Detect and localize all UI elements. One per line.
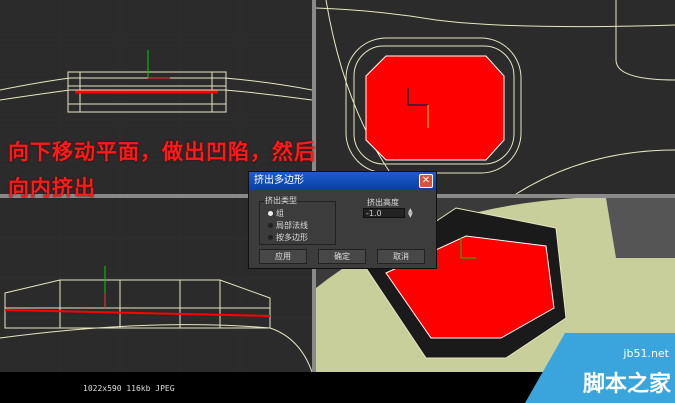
cancel-button[interactable]: 取消 [377, 249, 425, 264]
extrude-polygons-dialog: 挤出多边形 ✕ 挤出类型 组 局部法线 按多边形 挤出高度 -1.0 ▲ ▼ 应用 … [248, 171, 437, 269]
dialog-title: 挤出多边形 [254, 175, 304, 186]
annotation-line-1: 向下移动平面，做出凹陷，然后 [8, 140, 316, 164]
image-info: 1022x590 116kb JPEG [83, 384, 175, 393]
extrude-height-input[interactable]: -1.0 [363, 208, 405, 218]
radio-label: 按多边形 [276, 233, 308, 242]
extrude-type-group: 挤出类型 组 局部法线 按多边形 [259, 195, 336, 245]
close-icon[interactable]: ✕ [419, 174, 433, 188]
radio-group[interactable]: 组 [268, 208, 284, 219]
watermark: jb51.net 脚本之家 [525, 333, 675, 403]
radio-label: 组 [276, 209, 284, 218]
radio-local-normal[interactable]: 局部法线 [268, 220, 308, 231]
top-wireframe [316, 0, 675, 194]
extrude-type-label: 挤出类型 [264, 195, 298, 206]
radio-label: 局部法线 [276, 221, 308, 230]
watermark-domain: jb51.net [623, 347, 669, 360]
apply-button[interactable]: 应用 [259, 249, 307, 264]
ok-button[interactable]: 确定 [318, 249, 366, 264]
watermark-name: 脚本之家 [582, 372, 671, 397]
annotation-line-2: 向内挤出 [8, 176, 96, 200]
viewport-top[interactable] [316, 0, 675, 194]
extrude-height-label: 挤出高度 [367, 198, 399, 207]
radio-by-polygon[interactable]: 按多边形 [268, 232, 308, 243]
dialog-titlebar[interactable]: 挤出多边形 ✕ [249, 172, 436, 190]
spinner-arrows-icon[interactable]: ▲ ▼ [408, 208, 413, 219]
